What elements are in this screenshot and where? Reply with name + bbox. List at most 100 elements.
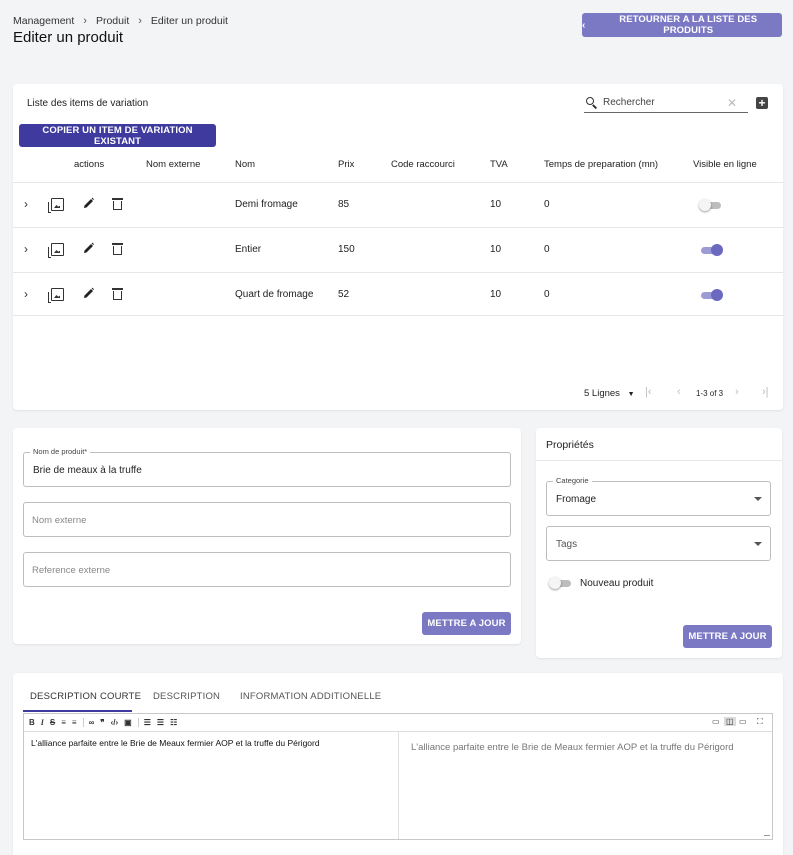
visible-online-toggle[interactable] — [699, 289, 723, 301]
edit-mode-icon[interactable]: ▭ — [712, 717, 720, 726]
product-name-label: Nom de produit* — [30, 447, 91, 456]
caret-down-icon: ▼ — [627, 391, 635, 398]
edit-icon[interactable] — [83, 241, 94, 255]
search-input[interactable] — [603, 97, 723, 108]
external-name-field[interactable]: Nom externe — [23, 502, 511, 537]
column-header-code-raccourci[interactable]: Code raccourci — [391, 159, 455, 170]
editor-text: L'alliance parfaite entre le Brie de Mea… — [31, 738, 320, 748]
italic-icon[interactable]: I — [41, 718, 44, 727]
checklist-icon[interactable]: ☷ — [170, 718, 177, 727]
rows-per-page-value: 5 Lignes — [584, 388, 620, 399]
editor-toolbar: B I S ≡ ≡ ∞ ❞ ‹/› ▣ ☰ ☰ ☷ ▭ ◫ ▭ ⛶ — [24, 714, 772, 732]
search-icon — [586, 96, 598, 109]
cell-temps: 0 — [544, 244, 550, 255]
caret-down-icon — [754, 542, 762, 546]
variation-items-card: Liste des items de variation ✕ + COPIER … — [13, 84, 783, 410]
column-header-tva[interactable]: TVA — [490, 159, 508, 170]
image-icon[interactable] — [48, 243, 64, 258]
delete-icon[interactable] — [112, 288, 123, 300]
column-header-temps-preparation[interactable]: Temps de preparation (mn) — [544, 159, 658, 170]
close-icon[interactable]: ✕ — [727, 96, 737, 110]
fullscreen-icon[interactable]: ⛶ — [757, 717, 763, 727]
split-mode-icon[interactable]: ◫ — [724, 717, 736, 726]
next-page-icon[interactable]: › — [735, 386, 739, 398]
table-row: › Entier 150 10 0 — [13, 227, 783, 271]
add-icon[interactable]: + — [756, 97, 768, 109]
chevron-right-icon[interactable]: › — [24, 287, 28, 301]
tab-information-additionelle[interactable]: INFORMATION ADDITIONELLE — [240, 691, 381, 702]
table-row: › Demi fromage 85 10 0 — [13, 182, 783, 226]
copy-variation-item-button[interactable]: COPIER UN ITEM DE VARIATION EXISTANT — [19, 124, 216, 147]
tab-description-courte[interactable]: DESCRIPTION COURTE — [30, 691, 141, 702]
bulleted-list-icon[interactable]: ☰ — [144, 718, 151, 727]
tags-select[interactable]: Tags — [546, 526, 771, 561]
properties-card: Propriétés Categorie Fromage Tags Nouvea… — [536, 428, 782, 658]
breadcrumb: Management › Produit › Editer un produit — [13, 15, 228, 27]
divider — [536, 460, 782, 461]
chevron-right-icon[interactable]: › — [24, 197, 28, 211]
new-product-toggle[interactable] — [549, 577, 573, 589]
external-reference-field[interactable]: Reference externe — [23, 552, 511, 587]
product-form-card: Nom de produit* Brie de meaux à la truff… — [13, 428, 521, 644]
code-icon[interactable]: ‹/› — [111, 718, 119, 727]
last-page-icon[interactable]: ›| — [762, 386, 769, 398]
delete-icon[interactable] — [112, 198, 123, 210]
external-reference-placeholder: Reference externe — [32, 565, 111, 576]
tab-description[interactable]: DESCRIPTION — [153, 691, 220, 702]
heading-small-icon[interactable]: ≡ — [72, 718, 77, 727]
product-name-field[interactable]: Nom de produit* Brie de meaux à la truff… — [23, 447, 511, 487]
breadcrumb-item-produit[interactable]: Produit — [96, 15, 129, 27]
visible-online-toggle[interactable] — [699, 199, 723, 211]
bold-icon[interactable]: B — [29, 718, 35, 727]
cell-nom: Entier — [235, 244, 262, 255]
back-to-list-label: RETOURNER A LA LISTE DES PRODUITS — [619, 14, 758, 36]
previous-page-icon[interactable]: ‹ — [677, 386, 681, 398]
chevron-right-icon[interactable]: › — [24, 242, 28, 256]
image-icon[interactable] — [48, 198, 64, 213]
search-box: ✕ — [584, 93, 748, 113]
numbered-list-icon[interactable]: ☰ — [157, 718, 164, 727]
chevron-right-icon: › — [83, 15, 87, 27]
image-icon[interactable]: ▣ — [124, 718, 132, 727]
image-icon[interactable] — [48, 288, 64, 303]
update-properties-button[interactable]: METTRE A JOUR — [683, 625, 772, 648]
strikethrough-icon[interactable]: S — [50, 718, 55, 727]
description-card: DESCRIPTION COURTE DESCRIPTION INFORMATI… — [13, 673, 783, 855]
page-title: Editer un produit — [13, 29, 124, 46]
column-header-nom[interactable]: Nom — [235, 159, 255, 170]
edit-icon[interactable] — [83, 286, 94, 300]
heading-icon[interactable]: ≡ — [61, 718, 66, 727]
update-product-button[interactable]: METTRE A JOUR — [422, 612, 511, 635]
variation-list-title: Liste des items de variation — [27, 98, 149, 109]
page-range: 1-3 of 3 — [696, 389, 724, 398]
editor-text-area[interactable]: L'alliance parfaite entre le Brie de Mea… — [24, 732, 399, 839]
visible-online-toggle[interactable] — [699, 244, 723, 256]
column-header-visible-en-ligne[interactable]: Visible en ligne — [693, 159, 757, 170]
preview-mode-icon[interactable]: ▭ — [739, 717, 747, 726]
cell-tva: 10 — [490, 244, 502, 255]
resize-handle[interactable] — [764, 835, 770, 837]
cell-nom: Demi fromage — [235, 199, 298, 210]
table-row: › Quart de fromage 52 10 0 — [13, 272, 783, 316]
link-icon[interactable]: ∞ — [89, 718, 95, 727]
chevron-right-icon: › — [138, 15, 142, 27]
column-header-actions: actions — [74, 159, 105, 170]
edit-icon[interactable] — [83, 196, 94, 210]
cell-prix: 150 — [338, 244, 355, 255]
breadcrumb-item-management[interactable]: Management — [13, 15, 74, 27]
category-value: Fromage — [556, 494, 597, 505]
tags-placeholder: Tags — [556, 539, 578, 550]
cell-prix: 85 — [338, 199, 350, 210]
first-page-icon[interactable]: |‹ — [645, 386, 652, 398]
category-select[interactable]: Categorie Fromage — [546, 476, 771, 516]
back-to-list-button[interactable]: ‹ RETOURNER A LA LISTE DES PRODUITS — [582, 13, 782, 37]
rows-per-page-select[interactable]: 5 Lignes ▼ — [584, 388, 635, 399]
quote-icon[interactable]: ❞ — [100, 718, 104, 727]
cell-prix: 52 — [338, 289, 350, 300]
column-header-prix[interactable]: Prix — [338, 159, 354, 170]
preview-text: L'alliance parfaite entre le Brie de Mea… — [411, 742, 734, 753]
delete-icon[interactable] — [112, 243, 123, 255]
column-header-nom-externe[interactable]: Nom externe — [146, 159, 200, 170]
cell-tva: 10 — [490, 199, 502, 210]
caret-down-icon — [754, 497, 762, 501]
